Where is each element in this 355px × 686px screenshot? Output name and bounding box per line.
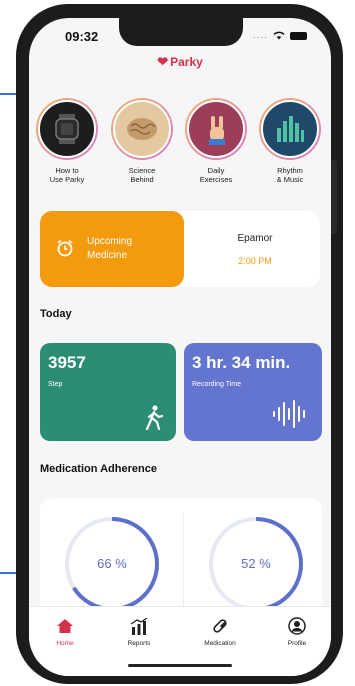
steps-label: Step: [48, 381, 63, 388]
equalizer-icon: [261, 100, 319, 158]
home-icon: [57, 619, 73, 633]
story-science-behind[interactable]: Science Behind: [108, 98, 176, 184]
upcoming-medicine-banner: Upcoming Medicine: [40, 211, 184, 287]
app-logo: ❤ Parky: [29, 54, 331, 70]
tab-label: Medication: [204, 640, 236, 647]
pill-icon: [213, 619, 227, 633]
tab-profile[interactable]: Profile: [267, 615, 327, 647]
tab-label: Reports: [127, 640, 151, 647]
recording-label: Recording Time: [192, 381, 242, 388]
adherence-value: 52 %: [241, 556, 271, 571]
tab-reports[interactable]: Reports: [109, 615, 169, 647]
adherence-heading: Medication Adherence: [40, 463, 157, 475]
status-time: 09:32: [65, 29, 99, 44]
status-icons: ....: [253, 30, 307, 41]
brand-name: Parky: [170, 55, 203, 69]
app-screen: 09:32 .... ❤ Parky How to Use Parky Scien…: [29, 18, 331, 676]
story-rhythm-music[interactable]: Rhythm & Music: [256, 98, 324, 184]
tab-medication[interactable]: Medication: [190, 615, 250, 647]
steps-card[interactable]: 3957 Step: [40, 343, 176, 441]
upcoming-medicine-title: Upcoming Medicine: [87, 236, 133, 261]
notch: [119, 18, 243, 46]
side-button: [331, 160, 337, 234]
story-label: How to Use Parky: [49, 166, 85, 184]
medicine-name: Epamor: [237, 233, 273, 244]
story-label: Science Behind: [128, 166, 156, 184]
recording-time-card[interactable]: 3 hr. 34 min. Recording Time: [184, 343, 322, 441]
brain-icon: [113, 100, 171, 158]
profile-icon: [288, 617, 306, 635]
adherence-value: 66 %: [97, 556, 127, 571]
story-label: Daily Exercises: [199, 166, 233, 184]
alarm-clock-icon: [57, 239, 73, 257]
upcoming-medicine-card[interactable]: Upcoming Medicine Epamor 2:00 PM: [40, 211, 320, 287]
reports-icon: [130, 617, 148, 635]
home-indicator: [128, 664, 232, 667]
signal-icon: ....: [252, 30, 268, 41]
sound-wave-icon: [273, 400, 305, 428]
walking-icon: [145, 405, 164, 431]
wifi-icon: [273, 31, 285, 40]
today-heading: Today: [40, 308, 72, 320]
adherence-ring-1: 66 %: [60, 512, 164, 616]
steps-value: 3957: [48, 353, 86, 372]
medicine-time: 2:00 PM: [238, 256, 272, 266]
battery-icon: [290, 31, 307, 40]
tab-home[interactable]: Home: [35, 615, 95, 647]
recording-value: 3 hr. 34 min.: [192, 353, 291, 372]
watch-icon: [38, 100, 96, 158]
heart-icon: ❤: [157, 54, 169, 69]
tab-label: Home: [56, 640, 74, 647]
tab-label: Profile: [287, 640, 307, 647]
hand-icon: [187, 100, 245, 158]
story-daily-exercises[interactable]: Daily Exercises: [182, 98, 250, 184]
story-how-to-use[interactable]: How to Use Parky: [33, 98, 101, 184]
adherence-ring-2: 52 %: [204, 512, 308, 616]
story-label: Rhythm & Music: [276, 166, 304, 184]
